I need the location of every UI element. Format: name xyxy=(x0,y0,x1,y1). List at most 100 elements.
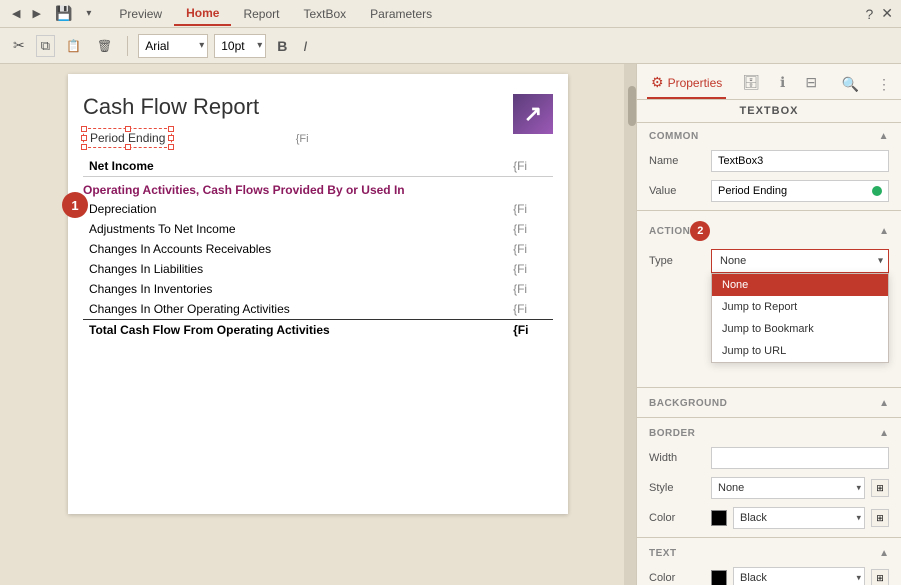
textbox-section-title: TEXTBOX xyxy=(637,100,901,123)
total-label: Total Cash Flow From Operating Activitie… xyxy=(83,320,507,341)
handle-bl[interactable] xyxy=(81,144,87,150)
border-width-value[interactable] xyxy=(711,447,889,469)
inventories-label: Changes In Inventories xyxy=(83,279,507,299)
text-color-swatch[interactable] xyxy=(711,570,727,585)
border-color-select[interactable]: Black xyxy=(733,507,865,529)
tab-data[interactable]: 🗄 xyxy=(738,70,764,99)
paste-button[interactable]: 📋 xyxy=(61,36,86,56)
period-value-placeholder: {Fi xyxy=(296,133,309,145)
dropdown-option-jump-report[interactable]: Jump to Report xyxy=(712,296,888,318)
font-family-wrap: Arial ▾ xyxy=(138,34,208,58)
delete-button[interactable]: 🗑 xyxy=(92,36,117,56)
tab-home[interactable]: Home xyxy=(174,2,231,26)
help-button[interactable]: ? xyxy=(865,6,873,22)
font-size-select[interactable]: 10pt xyxy=(214,34,266,58)
save-dropdown-button[interactable]: ▾ xyxy=(82,6,95,21)
step-badge-1: 1 xyxy=(62,192,88,218)
net-income-value: {Fi xyxy=(507,156,553,177)
copy-button[interactable]: ⧉ xyxy=(36,35,55,57)
italic-button[interactable]: I xyxy=(298,35,312,57)
text-color-select[interactable]: Black xyxy=(733,567,865,585)
value-text: Period Ending xyxy=(718,185,868,197)
period-ending-text: Period Ending xyxy=(90,131,165,145)
divider-1 xyxy=(637,210,901,211)
period-ending-textbox[interactable]: Period Ending xyxy=(83,128,172,148)
toolbar-separator-1 xyxy=(127,36,128,56)
right-panel-content: COMMON ▲ Name TextBox3 Value Period Endi… xyxy=(637,123,901,585)
accounts-receivable-label: Changes In Accounts Receivables xyxy=(83,239,507,259)
other-operating-label: Changes In Other Operating Activities xyxy=(83,299,507,320)
report-title: Cash Flow Report xyxy=(83,94,259,120)
main-layout: 1 Cash Flow Report ↗ Period Ending xyxy=(0,64,901,585)
border-color-expand-button[interactable]: ⊞ xyxy=(871,509,889,527)
info-icon: ℹ xyxy=(780,74,785,91)
text-section-header: TEXT ▲ xyxy=(637,542,901,563)
value-label: Value xyxy=(649,185,705,197)
handle-tr[interactable] xyxy=(168,126,174,132)
panel-menu-icon[interactable]: ⋮ xyxy=(877,76,891,93)
tab-properties[interactable]: ⚙ Properties xyxy=(647,70,726,99)
text-collapse-icon[interactable]: ▲ xyxy=(879,548,889,559)
other-operating-value: {Fi xyxy=(507,299,553,320)
bold-button[interactable]: B xyxy=(272,35,292,57)
type-row: Type None Jump to Report Jump to Bookmar… xyxy=(637,245,901,277)
border-style-expand-button[interactable]: ⊞ xyxy=(871,479,889,497)
close-button[interactable]: ✕ xyxy=(881,5,893,22)
divider-2 xyxy=(637,387,901,388)
liabilities-label: Changes In Liabilities xyxy=(83,259,507,279)
save-button[interactable]: 💾 xyxy=(49,3,78,24)
tab-info[interactable]: ℹ xyxy=(776,70,789,99)
titlebar: ◀ ▶ 💾 ▾ Preview Home Report TextBox Para… xyxy=(0,0,901,28)
value-row: Value Period Ending xyxy=(637,176,901,206)
nav-forward-button[interactable]: ▶ xyxy=(28,5,44,22)
titlebar-right: ? ✕ xyxy=(865,5,893,22)
value-field[interactable]: Period Ending xyxy=(711,180,889,202)
background-collapse-icon[interactable]: ▲ xyxy=(879,398,889,409)
type-select[interactable]: None Jump to Report Jump to Bookmark Jum… xyxy=(711,249,889,273)
liabilities-value: {Fi xyxy=(507,259,553,279)
font-size-wrap: 10pt ▾ xyxy=(214,34,266,58)
panel-search-icon[interactable]: 🔍 xyxy=(842,76,859,93)
table-row: Changes In Accounts Receivables {Fi xyxy=(83,239,553,259)
divider-4 xyxy=(637,537,901,538)
common-label: COMMON xyxy=(649,131,699,142)
text-color-expand-button[interactable]: ⊞ xyxy=(871,569,889,585)
tab-report[interactable]: Report xyxy=(231,2,291,26)
type-dropdown-wrap: None Jump to Report Jump to Bookmark Jum… xyxy=(711,249,889,273)
handle-tl[interactable] xyxy=(81,126,87,132)
tab-textbox[interactable]: TextBox xyxy=(291,2,358,26)
table-row: Changes In Other Operating Activities {F… xyxy=(83,299,553,320)
border-color-swatch[interactable] xyxy=(711,510,727,526)
action-collapse-icon[interactable]: ▲ xyxy=(879,226,889,237)
border-style-select[interactable]: None xyxy=(711,477,865,499)
value-green-dot xyxy=(872,186,882,196)
depreciation-value: {Fi xyxy=(507,199,553,219)
adj-net-income-value: {Fi xyxy=(507,219,553,239)
tab-layout[interactable]: ⊟ xyxy=(801,70,821,99)
name-label: Name xyxy=(649,155,705,167)
tab-parameters[interactable]: Parameters xyxy=(358,2,444,26)
nav-back-button[interactable]: ◀ xyxy=(8,5,24,22)
font-family-select[interactable]: Arial xyxy=(138,34,208,58)
border-width-row: Width xyxy=(637,443,901,473)
common-collapse-icon[interactable]: ▲ xyxy=(879,131,889,142)
cut-button[interactable]: ✂ xyxy=(8,34,30,57)
border-collapse-icon[interactable]: ▲ xyxy=(879,428,889,439)
action-section-header: ACTION 2 ▲ xyxy=(637,215,901,245)
dropdown-option-jump-url[interactable]: Jump to URL xyxy=(712,340,888,362)
border-style-row: Style None ▾ ⊞ xyxy=(637,473,901,503)
scroll-track[interactable] xyxy=(624,64,636,585)
name-value: TextBox3 xyxy=(711,150,889,172)
properties-icon: ⚙ xyxy=(651,74,664,91)
handle-mr[interactable] xyxy=(168,135,174,141)
table-row: Operating Activities, Cash Flows Provide… xyxy=(83,177,553,200)
toolbar: ✂ ⧉ 📋 🗑 Arial ▾ 10pt ▾ B I xyxy=(0,28,901,64)
scroll-thumb[interactable] xyxy=(628,86,636,126)
report-table: Net Income {Fi Operating Activities, Cas… xyxy=(83,156,553,340)
handle-ml[interactable] xyxy=(81,135,87,141)
handle-br[interactable] xyxy=(168,144,174,150)
tab-preview[interactable]: Preview xyxy=(107,2,174,26)
background-label: BACKGROUND xyxy=(649,398,727,409)
dropdown-option-none[interactable]: None xyxy=(712,274,888,296)
dropdown-option-jump-bookmark[interactable]: Jump to Bookmark xyxy=(712,318,888,340)
